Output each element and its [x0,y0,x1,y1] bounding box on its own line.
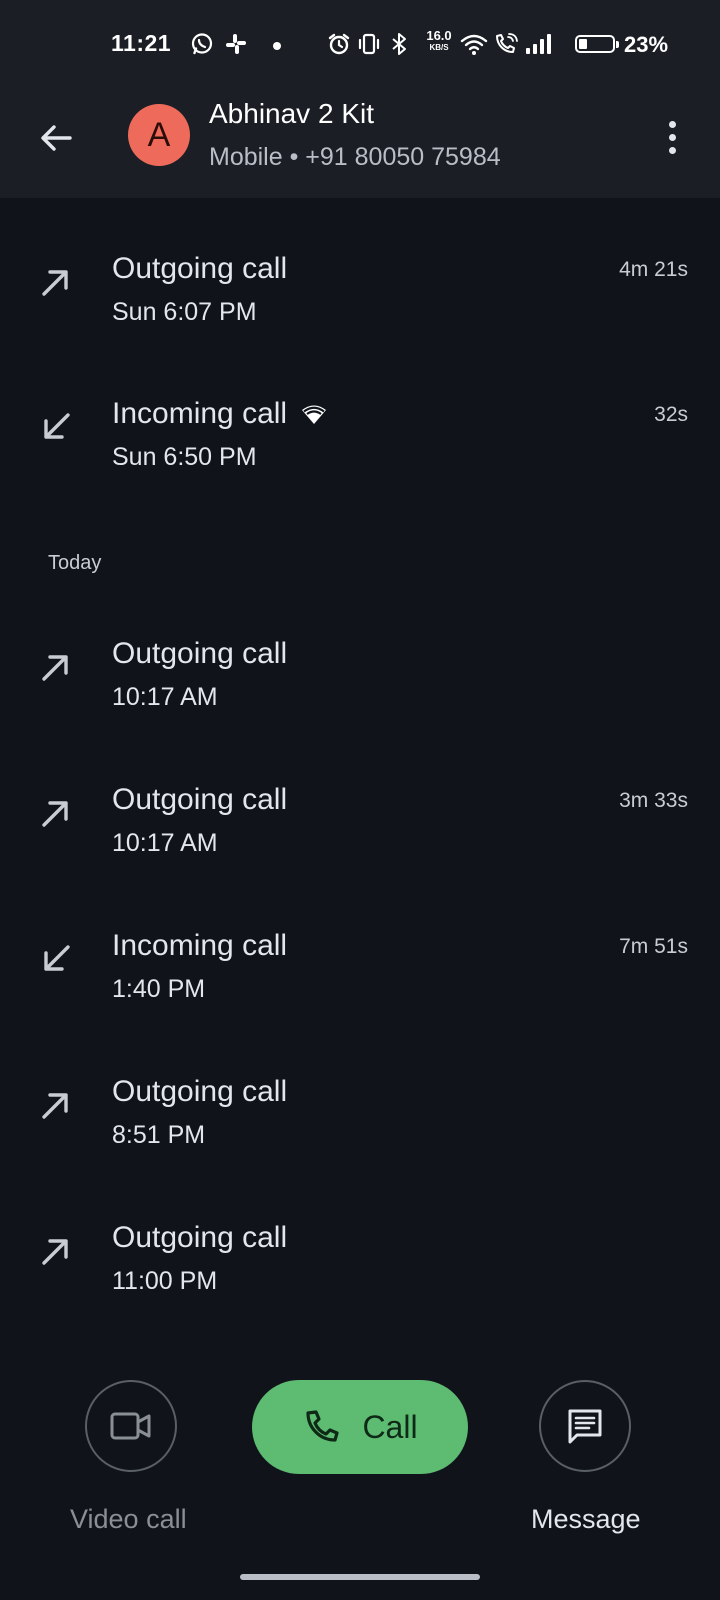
more-vert-icon [668,120,676,128]
call-duration: 4m 21s [619,258,688,281]
call-time: Sun 6:07 PM [112,298,257,326]
signal-icon [524,28,554,60]
whatsapp-icon [189,28,215,60]
bluetooth-icon [388,28,410,60]
outgoing-call-icon [42,1093,68,1119]
call-duration: 32s [654,403,688,426]
arrow-back-icon [41,125,72,151]
battery-percent: 23% [624,32,669,57]
call-button-label: Call [362,1408,418,1445]
contact-app-bar: A Abhinav 2 Kit Mobile • +91 80050 75984 [0,92,720,198]
call-time: 8:51 PM [112,1121,206,1149]
call-type: Incoming call [112,397,329,431]
contact-name: Abhinav 2 Kit [209,98,374,129]
outgoing-call-icon [42,801,68,827]
alarm-icon [326,28,352,60]
call-history-row[interactable]: Outgoing call 8:51 PM [0,1075,720,1195]
call-history-row[interactable]: Outgoing call Sun 6:07 PM 4m 21s [0,252,720,372]
outgoing-call-icon [42,655,68,681]
call-duration: 7m 51s [619,935,688,958]
battery-icon [575,35,619,53]
call-button[interactable]: Call [252,1380,468,1474]
message-icon [568,1409,602,1444]
section-header-today: Today [48,552,102,574]
call-time: 10:17 AM [112,683,218,711]
wifi-icon [460,28,488,60]
back-button[interactable] [34,116,78,160]
outgoing-call-icon [42,270,68,296]
message-label: Message [531,1504,641,1534]
call-duration: 3m 33s [619,789,688,812]
home-indicator[interactable] [240,1574,480,1580]
status-bar: 11:21 16.0 KB/S 23% [0,0,720,92]
wifi-calling-icon [492,28,520,60]
call-type: Outgoing call [112,637,288,670]
outgoing-call-icon [42,1239,68,1265]
bottom-action-bar: Call Video call Message [0,1380,720,1540]
call-time: 1:40 PM [112,975,206,1003]
call-time: 11:00 PM [112,1267,218,1295]
call-history-row[interactable]: Outgoing call 10:17 AM 3m 33s [0,783,720,903]
wifi-call-icon [302,405,327,424]
call-history-row[interactable]: Incoming call 1:40 PM 7m 51s [0,929,720,1049]
call-time: 10:17 AM [112,829,218,857]
slack-icon [223,28,249,60]
notification-dot [273,42,281,50]
video-call-label: Video call [70,1504,187,1534]
phone-icon [306,1410,340,1442]
call-type: Incoming call [112,929,288,962]
avatar[interactable]: A [128,104,190,166]
call-history-row[interactable]: Outgoing call 11:00 PM [0,1221,720,1341]
status-time: 11:21 [111,30,172,56]
call-type: Outgoing call [112,1221,288,1254]
message-button[interactable] [539,1380,631,1472]
incoming-call-icon [44,945,70,971]
incoming-call-icon [44,413,70,439]
call-type: Outgoing call [112,252,288,285]
call-history-row[interactable]: Incoming call Sun 6:50 PM 32s [0,397,720,517]
video-call-button[interactable] [85,1380,177,1472]
more-options-button[interactable] [660,114,684,160]
call-type: Outgoing call [112,783,288,816]
call-history-row[interactable]: Outgoing call 10:17 AM [0,637,720,757]
vibrate-icon [356,28,382,60]
network-speed: 16.0 KB/S [426,28,452,52]
contact-number: Mobile • +91 80050 75984 [209,143,501,171]
call-time: Sun 6:50 PM [112,443,257,471]
videocam-icon [110,1412,151,1440]
call-type: Outgoing call [112,1075,288,1108]
